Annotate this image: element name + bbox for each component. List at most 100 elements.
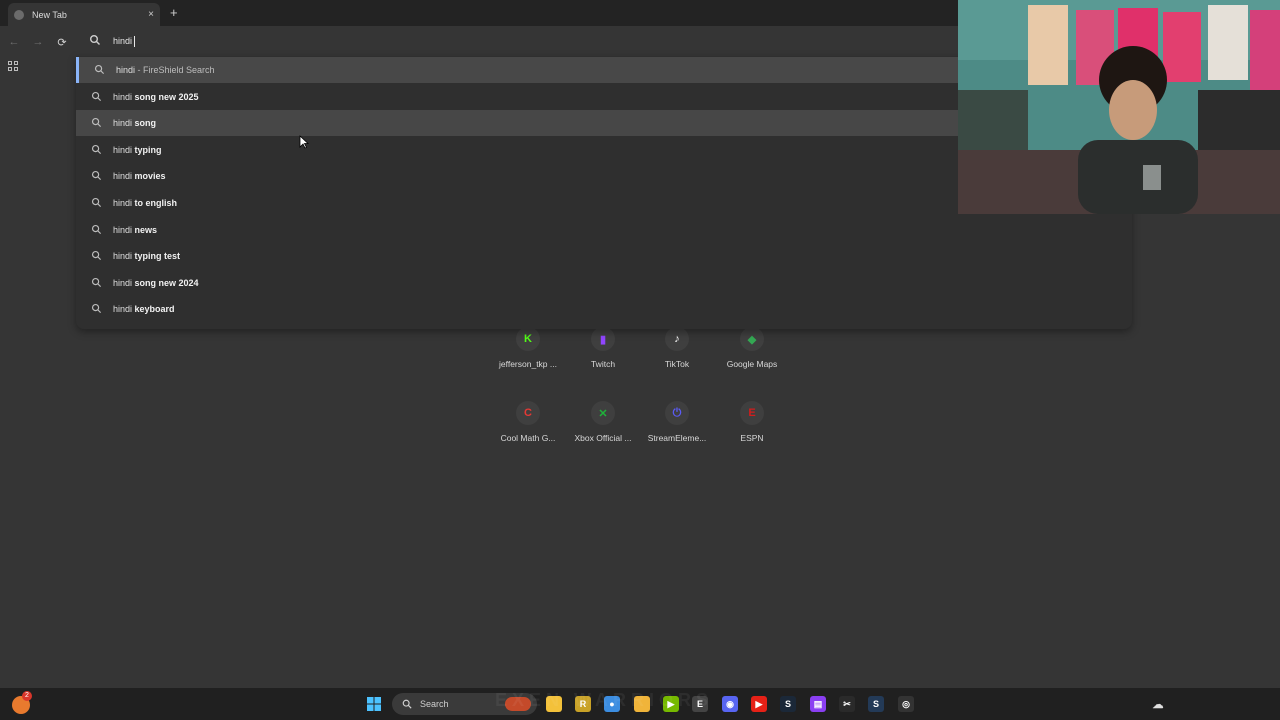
- epic-games-icon[interactable]: E: [692, 696, 708, 712]
- suggestion-item[interactable]: hindi typing test: [76, 243, 1132, 269]
- suggestion-search-icon: [91, 91, 102, 101]
- shortcut-tile[interactable]: ◆ Google Maps: [717, 327, 787, 387]
- video-editor-icon[interactable]: ▤: [810, 696, 826, 712]
- suggestion-prefix: hindi: [113, 251, 133, 262]
- suggestion-completion: song new 2025: [132, 91, 199, 102]
- suggestion-prefix: hindi: [113, 304, 133, 315]
- file-explorer-icon[interactable]: [546, 696, 562, 712]
- twitch-icon: ▮: [591, 327, 615, 351]
- tab-new-tab[interactable]: New Tab ×: [8, 3, 160, 26]
- suggestion-completion: song new 2024: [132, 277, 199, 288]
- shortcut-label: StreamEleme...: [647, 433, 707, 443]
- mouse-cursor-icon: [299, 135, 309, 149]
- reload-icon[interactable]: ⟳: [54, 34, 70, 50]
- new-tab-plus-icon[interactable]: +: [170, 5, 178, 20]
- suggestion-prefix: hindi: [113, 224, 133, 235]
- shortcut-tile[interactable]: ⏻ StreamEleme...: [642, 401, 712, 461]
- espn-icon: E: [740, 401, 764, 425]
- search-highlight-icon: [505, 697, 531, 711]
- suggestion-search-icon: [91, 144, 102, 154]
- suggestion-completion: to english: [132, 198, 178, 208]
- apps-grid-icon[interactable]: [8, 61, 19, 72]
- shortcut-label: ESPN: [740, 433, 764, 443]
- streamelements-icon: ⏻: [665, 401, 689, 425]
- suggestion-search-icon: [91, 171, 102, 181]
- suggestion-text: hindi to english: [113, 198, 177, 208]
- suggestion-completion: movies: [132, 171, 166, 182]
- suggestion-text: hindi movies: [113, 171, 166, 181]
- steam-client-icon[interactable]: S: [868, 696, 884, 712]
- suggestion-prefix: hindi: [113, 144, 133, 155]
- back-icon[interactable]: ←: [6, 34, 22, 50]
- webcam-overlay: [958, 0, 1280, 214]
- suggestion-search-icon: [91, 304, 102, 314]
- shortcut-tile[interactable]: E ESPN: [717, 401, 787, 461]
- xbox-icon: ✕: [591, 401, 615, 425]
- suggestion-completion: song: [132, 118, 157, 129]
- suggestion-completion: typing: [132, 144, 162, 155]
- suggestion-description: - FireShield Search: [135, 65, 215, 75]
- shortcut-tile[interactable]: ▮ Twitch: [568, 327, 638, 387]
- suggestion-completion: typing test: [132, 251, 181, 262]
- shortcut-label: jefferson_tkp ...: [499, 359, 557, 369]
- suggestion-completion: news: [132, 224, 158, 235]
- suggestion-text: hindi news: [113, 225, 157, 235]
- suggestion-search-icon: [91, 277, 102, 287]
- omnibox-search-icon: [90, 35, 100, 45]
- tiktok-icon: ♪: [665, 327, 689, 351]
- suggestion-text: hindi song new 2024: [113, 278, 199, 288]
- onedrive-cloud-icon[interactable]: ☁: [1150, 696, 1166, 712]
- steam-icon[interactable]: S: [780, 696, 796, 712]
- roblox-icon[interactable]: R: [575, 696, 591, 712]
- capcut-icon[interactable]: ✂: [839, 696, 855, 712]
- forward-icon[interactable]: →: [30, 34, 46, 50]
- suggestion-prefix: hindi: [113, 171, 133, 182]
- shortcut-tile[interactable]: ✕ Xbox Official ...: [568, 401, 638, 461]
- webcam-image: [958, 0, 1280, 214]
- suggestion-completion: keyboard: [132, 304, 175, 315]
- suggestion-item[interactable]: hindi keyboard: [76, 296, 1132, 322]
- shortcut-label: Cool Math G...: [500, 433, 556, 443]
- chrome-icon[interactable]: ●: [604, 696, 620, 712]
- suggestion-text: hindi typing test: [113, 251, 180, 261]
- suggestion-prefix: hindi: [113, 277, 133, 288]
- suggestion-prefix: hindi: [116, 65, 136, 75]
- text-caret: [134, 36, 136, 48]
- shortcut-tile[interactable]: C Cool Math G...: [493, 401, 563, 461]
- suggestion-item[interactable]: hindi news: [76, 217, 1132, 243]
- new-tab-favicon-icon: [14, 9, 24, 20]
- youtube-icon[interactable]: ▶: [751, 696, 767, 712]
- taskbar-search-icon: [402, 699, 412, 709]
- shortcut-tile[interactable]: Kjefferson_tkp ...: [493, 327, 563, 387]
- suggestion-text: hindi keyboard: [113, 304, 175, 314]
- tab-title: New Tab: [32, 9, 67, 20]
- google-maps-icon: ◆: [740, 327, 764, 351]
- suggestion-text: hindi song new 2025: [113, 92, 199, 102]
- shortcut-tile[interactable]: ♪ TikTok: [642, 327, 712, 387]
- omnibox-value: hindi: [113, 36, 133, 46]
- taskbar-search-box[interactable]: Search: [392, 693, 537, 715]
- suggestion-text: hindi song: [113, 118, 156, 128]
- suggestion-prefix: hindi: [113, 118, 133, 129]
- suggestion-search-icon: [91, 224, 102, 234]
- suggestion-prefix: hindi: [113, 198, 133, 208]
- shortcut-label: Google Maps: [726, 359, 778, 369]
- suggestion-prefix: hindi: [113, 91, 133, 102]
- shortcut-label: TikTok: [664, 359, 690, 369]
- close-tab-icon[interactable]: ×: [148, 9, 154, 20]
- folder-icon[interactable]: [634, 696, 650, 712]
- nvidia-icon[interactable]: ▶: [663, 696, 679, 712]
- suggestion-search-icon: [91, 118, 102, 128]
- windows-start-icon[interactable]: [366, 696, 382, 712]
- kick-icon: K: [516, 327, 540, 351]
- omnibox-input[interactable]: hindi: [113, 36, 136, 48]
- suggestion-item[interactable]: hindi song new 2024: [76, 270, 1132, 296]
- suggestion-search-icon: [94, 64, 105, 75]
- notification-badge: 2: [22, 691, 32, 701]
- obs-icon[interactable]: ◎: [898, 696, 914, 712]
- suggestion-text: hindi typing: [113, 145, 162, 155]
- suggestion-text: hindi - FireShield Search: [116, 65, 215, 75]
- suggestion-search-icon: [91, 251, 102, 261]
- discord-icon[interactable]: ◉: [722, 696, 738, 712]
- windows-taskbar: 2 Search R ● ▶ E ◉ ▶ S ▤ ✂ S ◎ ☁: [0, 688, 1280, 720]
